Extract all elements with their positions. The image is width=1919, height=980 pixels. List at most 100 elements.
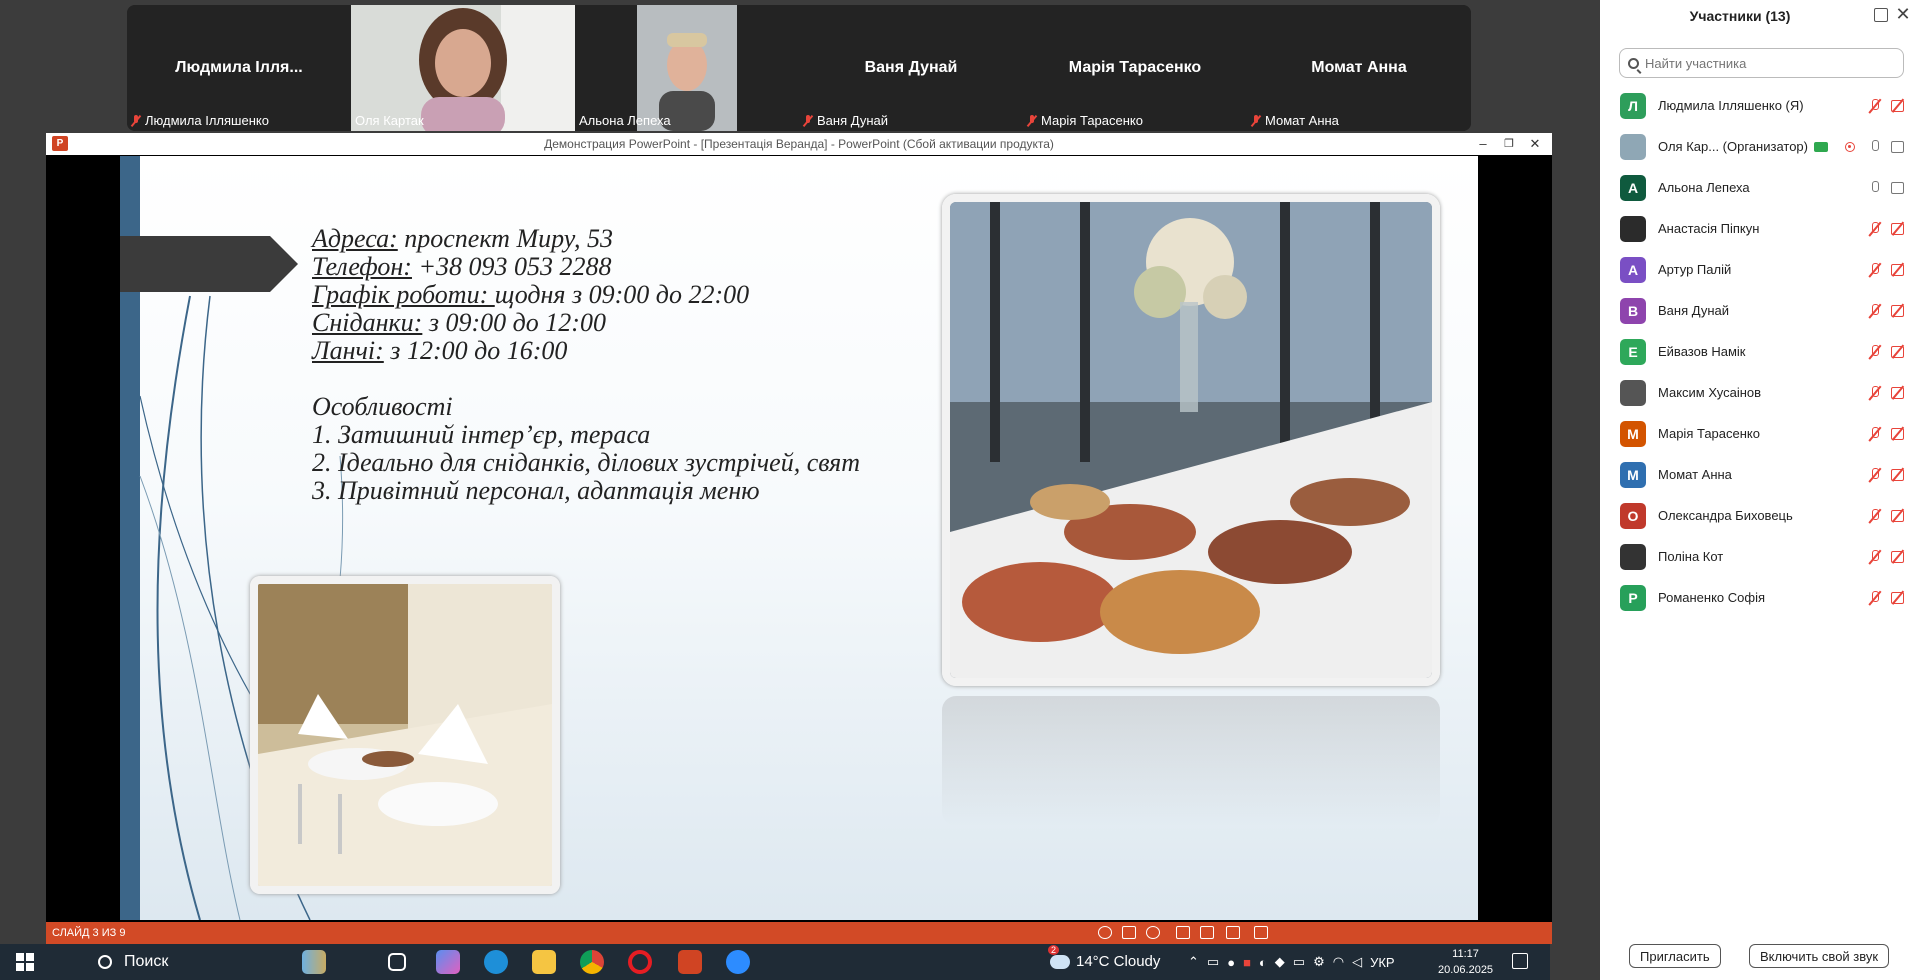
battery-icon[interactable]: ▭ [1293,954,1305,970]
video-tile[interactable]: Оля Картак [351,5,575,131]
network-icon[interactable]: ◐ [1259,955,1267,970]
language-indicator[interactable]: УКР [1370,955,1395,970]
display-icon[interactable]: ▭ [1207,954,1219,970]
video-tile[interactable]: Марія Тарасенко Марія Тарасенко [1023,5,1247,131]
mic-off-icon[interactable] [1868,508,1880,524]
close-button[interactable]: ✕ [1522,133,1548,155]
participant-row[interactable]: Поліна Кот [1600,536,1919,577]
mic-off-icon[interactable] [1868,98,1880,114]
notes-icon[interactable] [1122,926,1136,939]
mic-off-icon[interactable] [1868,467,1880,483]
zoom-icon[interactable] [726,950,750,974]
normal-view-icon[interactable] [1176,926,1190,939]
participant-row[interactable]: Анастасія Піпкун [1600,208,1919,249]
search-highlight-icon[interactable] [302,950,326,974]
previous-slide-icon[interactable] [1098,926,1112,939]
chrome-icon[interactable] [580,950,604,974]
avatar: В [1620,297,1646,324]
invite-button[interactable]: Пригласить [1629,944,1721,968]
unmute-self-button[interactable]: Включить свой звук [1749,944,1890,968]
video-off-icon[interactable] [1891,551,1907,563]
video-off-icon[interactable] [1891,305,1907,317]
popout-icon[interactable] [1874,8,1888,22]
mic-on-icon[interactable] [1868,180,1880,196]
chevron-up-icon[interactable]: ⌃ [1188,954,1199,970]
participant-name: Ейвазов Намік [1658,344,1746,359]
participant-row[interactable]: М Марія Тарасенко [1600,413,1919,454]
weather-widget[interactable]: 2 14°C Cloudy [1048,944,1161,970]
notifications-icon[interactable] [1512,953,1528,969]
avatar [1620,215,1646,242]
cloud-icon: 2 [1048,944,1070,969]
restore-button[interactable]: ❐ [1496,133,1522,155]
opera-icon[interactable] [628,950,652,974]
participant-row[interactable]: А Артур Палій [1600,249,1919,290]
file-explorer-icon[interactable] [532,950,556,974]
powerpoint-window: P Демонстрация PowerPoint - [Презентація… [46,133,1552,944]
settings-icon[interactable]: ⚙ [1313,954,1325,970]
weather-text: 14°C Cloudy [1076,953,1161,970]
mic-off-icon[interactable] [1868,303,1880,319]
volume-icon[interactable]: ◁ [1352,954,1362,970]
mic-off-icon[interactable] [1868,344,1880,360]
copilot-icon[interactable] [436,950,460,974]
video-off-icon[interactable] [1891,346,1907,358]
video-off-icon[interactable] [1891,387,1907,399]
taskbar-search[interactable]: Поиск [98,948,372,976]
participant-row[interactable]: А Альона Лепеха [1600,167,1919,208]
slide-sorter-icon[interactable] [1200,926,1214,939]
video-on-icon[interactable] [1891,141,1907,153]
start-button[interactable] [16,953,34,971]
participant-row[interactable]: Максим Хусаінов [1600,372,1919,413]
video-tile[interactable]: Людмила Ілля... Людмила Ілляшенко [127,5,351,131]
shield-icon[interactable]: ◆ [1275,954,1285,970]
powerpoint-taskbar-icon[interactable] [678,950,702,974]
mic-off-icon[interactable] [1868,590,1880,606]
video-on-icon[interactable] [1891,182,1907,194]
participant-row[interactable]: О Олександра Биховець [1600,495,1919,536]
reading-view-icon[interactable] [1226,926,1240,939]
participant-row[interactable]: Е Ейвазов Намік [1600,331,1919,372]
mic-off-icon[interactable] [1868,549,1880,565]
edge-icon[interactable] [484,950,508,974]
video-off-icon[interactable] [1891,592,1907,604]
mic-off-icon[interactable] [1868,221,1880,237]
participant-name: Ваня Дунай [1658,303,1729,318]
mic-off-icon[interactable] [1868,262,1880,278]
slideshow-icon[interactable] [1254,926,1268,939]
video-tile-active-speaker[interactable]: Альона Лепеха [575,5,799,131]
video-off-icon[interactable] [1891,264,1907,276]
video-off-icon[interactable] [1891,510,1907,522]
participant-row[interactable]: Л Людмила Ілляшенко (Я) [1600,85,1919,126]
video-off-icon[interactable] [1891,428,1907,440]
wifi-icon[interactable]: ◠ [1333,954,1344,970]
close-panel-button[interactable]: ✕ [1893,4,1913,24]
record-icon[interactable]: ■ [1243,955,1251,970]
avatar: Л [1620,92,1646,119]
minimize-button[interactable]: – [1470,133,1496,155]
mic-off-icon[interactable] [1868,426,1880,442]
next-slide-icon[interactable] [1146,926,1160,939]
participant-row[interactable]: Р Романенко Софія [1600,577,1919,618]
task-view-icon[interactable] [388,953,406,971]
participant-search-input[interactable] [1645,55,1895,71]
participant-row[interactable]: Оля Кар... (Организатор) [1600,126,1919,167]
participant-row[interactable]: В Ваня Дунай [1600,290,1919,331]
participant-name: Артур Палій [1658,262,1732,277]
participant-row[interactable]: М Момат Анна [1600,454,1919,495]
mic-on-icon[interactable] [1868,139,1880,155]
video-off-icon[interactable] [1891,223,1907,235]
video-tile[interactable]: Ваня Дунай Ваня Дунай [799,5,1023,131]
avatar: О [1620,502,1646,529]
microphone-icon[interactable]: ● [1227,955,1235,970]
panel-title: Участники (13) [1689,8,1791,24]
mic-off-icon[interactable] [1868,385,1880,401]
video-off-icon[interactable] [1891,469,1907,481]
tile-label: Оля Картак [355,113,424,128]
video-tile[interactable]: Момат Анна Момат Анна [1247,5,1471,131]
clock-time: 11:17 [1452,948,1479,960]
tile-label-text: Марія Тарасенко [1041,113,1143,128]
participant-search[interactable] [1619,48,1904,78]
clock[interactable]: 11:17 20.06.2025 [1438,946,1493,978]
video-off-icon[interactable] [1891,100,1907,112]
